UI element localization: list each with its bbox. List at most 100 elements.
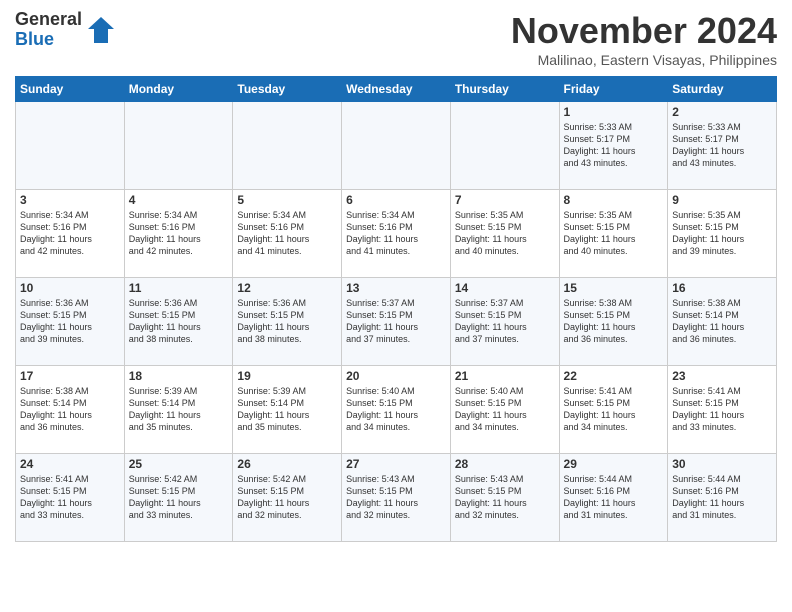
day-info: Sunrise: 5:44 AM Sunset: 5:16 PM Dayligh… (672, 473, 772, 522)
calendar-cell: 12 Sunrise: 5:36 AM Sunset: 5:15 PM Dayli… (233, 278, 342, 366)
calendar-cell (16, 102, 125, 190)
calendar-cell: 4 Sunrise: 5:34 AM Sunset: 5:16 PM Daylig… (124, 190, 233, 278)
day-number: 14 (455, 281, 555, 295)
day-info: Sunrise: 5:41 AM Sunset: 5:15 PM Dayligh… (672, 385, 772, 434)
calendar-week-row: 3 Sunrise: 5:34 AM Sunset: 5:16 PM Daylig… (16, 190, 777, 278)
day-info: Sunrise: 5:33 AM Sunset: 5:17 PM Dayligh… (672, 121, 772, 170)
day-info: Sunrise: 5:35 AM Sunset: 5:15 PM Dayligh… (672, 209, 772, 258)
day-number: 2 (672, 105, 772, 119)
calendar-cell: 15Sunrise: 5:38 AM Sunset: 5:15 PM Dayli… (559, 278, 668, 366)
weekday-header: Tuesday (233, 77, 342, 102)
weekday-header: Monday (124, 77, 233, 102)
day-number: 20 (346, 369, 446, 383)
calendar-cell: 18 Sunrise: 5:39 AM Sunset: 5:14 PM Dayli… (124, 366, 233, 454)
day-info: Sunrise: 5:36 AM Sunset: 5:15 PM Dayligh… (237, 297, 337, 346)
day-number: 25 (129, 457, 229, 471)
calendar-cell: 9 Sunrise: 5:35 AM Sunset: 5:15 PM Daylig… (668, 190, 777, 278)
weekday-header: Sunday (16, 77, 125, 102)
day-info: Sunrise: 5:43 AM Sunset: 5:15 PM Dayligh… (346, 473, 446, 522)
day-info: Sunrise: 5:39 AM Sunset: 5:14 PM Dayligh… (237, 385, 337, 434)
calendar-cell (233, 102, 342, 190)
day-number: 7 (455, 193, 555, 207)
day-number: 5 (237, 193, 337, 207)
calendar-cell: 3Sunrise: 5:34 AM Sunset: 5:16 PM Daylig… (16, 190, 125, 278)
day-number: 27 (346, 457, 446, 471)
day-info: Sunrise: 5:33 AM Sunset: 5:17 PM Dayligh… (564, 121, 664, 170)
logo-general: General (15, 10, 82, 30)
day-number: 12 (237, 281, 337, 295)
calendar-cell: 14 Sunrise: 5:37 AM Sunset: 5:15 PM Dayli… (450, 278, 559, 366)
logo: General Blue (15, 10, 116, 50)
calendar-cell: 22 Sunrise: 5:41 AM Sunset: 5:15 PM Dayli… (559, 366, 668, 454)
calendar-cell: 27 Sunrise: 5:43 AM Sunset: 5:15 PM Dayli… (342, 454, 451, 542)
day-number: 23 (672, 369, 772, 383)
page-header: General Blue November 2024 Malilinao, Ea… (15, 10, 777, 68)
calendar-table: SundayMondayTuesdayWednesdayThursdayFrid… (15, 76, 777, 542)
calendar-cell: 8Sunrise: 5:35 AM Sunset: 5:15 PM Daylig… (559, 190, 668, 278)
day-info: Sunrise: 5:40 AM Sunset: 5:15 PM Dayligh… (455, 385, 555, 434)
day-number: 29 (564, 457, 664, 471)
day-number: 4 (129, 193, 229, 207)
day-number: 18 (129, 369, 229, 383)
calendar-cell: 29 Sunrise: 5:44 AM Sunset: 5:16 PM Dayli… (559, 454, 668, 542)
calendar-cell: 13Sunrise: 5:37 AM Sunset: 5:15 PM Dayli… (342, 278, 451, 366)
calendar-cell: 6 Sunrise: 5:34 AM Sunset: 5:16 PM Daylig… (342, 190, 451, 278)
calendar-week-row: 24Sunrise: 5:41 AM Sunset: 5:15 PM Dayli… (16, 454, 777, 542)
calendar-cell: 20 Sunrise: 5:40 AM Sunset: 5:15 PM Dayli… (342, 366, 451, 454)
day-number: 9 (672, 193, 772, 207)
weekday-header: Saturday (668, 77, 777, 102)
day-number: 22 (564, 369, 664, 383)
day-number: 13 (346, 281, 446, 295)
calendar-cell: 5 Sunrise: 5:34 AM Sunset: 5:16 PM Daylig… (233, 190, 342, 278)
day-info: Sunrise: 5:35 AM Sunset: 5:15 PM Dayligh… (455, 209, 555, 258)
calendar-cell: 19 Sunrise: 5:39 AM Sunset: 5:14 PM Dayli… (233, 366, 342, 454)
calendar-body: 1 Sunrise: 5:33 AM Sunset: 5:17 PM Daylig… (16, 102, 777, 542)
calendar-week-row: 10 Sunrise: 5:36 AM Sunset: 5:15 PM Dayli… (16, 278, 777, 366)
calendar-cell: 28Sunrise: 5:43 AM Sunset: 5:15 PM Dayli… (450, 454, 559, 542)
calendar-cell (342, 102, 451, 190)
calendar-cell: 24Sunrise: 5:41 AM Sunset: 5:15 PM Dayli… (16, 454, 125, 542)
day-info: Sunrise: 5:44 AM Sunset: 5:16 PM Dayligh… (564, 473, 664, 522)
day-info: Sunrise: 5:34 AM Sunset: 5:16 PM Dayligh… (237, 209, 337, 258)
calendar-week-row: 1 Sunrise: 5:33 AM Sunset: 5:17 PM Daylig… (16, 102, 777, 190)
day-info: Sunrise: 5:42 AM Sunset: 5:15 PM Dayligh… (129, 473, 229, 522)
day-info: Sunrise: 5:34 AM Sunset: 5:16 PM Dayligh… (129, 209, 229, 258)
calendar-cell: 21 Sunrise: 5:40 AM Sunset: 5:15 PM Dayli… (450, 366, 559, 454)
day-info: Sunrise: 5:41 AM Sunset: 5:15 PM Dayligh… (564, 385, 664, 434)
day-number: 6 (346, 193, 446, 207)
day-info: Sunrise: 5:39 AM Sunset: 5:14 PM Dayligh… (129, 385, 229, 434)
calendar-cell: 23 Sunrise: 5:41 AM Sunset: 5:15 PM Dayli… (668, 366, 777, 454)
calendar-cell: 17Sunrise: 5:38 AM Sunset: 5:14 PM Dayli… (16, 366, 125, 454)
calendar-week-row: 17Sunrise: 5:38 AM Sunset: 5:14 PM Dayli… (16, 366, 777, 454)
day-number: 11 (129, 281, 229, 295)
day-number: 19 (237, 369, 337, 383)
calendar-cell: 11 Sunrise: 5:36 AM Sunset: 5:15 PM Dayli… (124, 278, 233, 366)
day-info: Sunrise: 5:42 AM Sunset: 5:15 PM Dayligh… (237, 473, 337, 522)
calendar-cell: 26Sunrise: 5:42 AM Sunset: 5:15 PM Dayli… (233, 454, 342, 542)
day-number: 8 (564, 193, 664, 207)
calendar-cell: 30 Sunrise: 5:44 AM Sunset: 5:16 PM Dayli… (668, 454, 777, 542)
title-area: November 2024 Malilinao, Eastern Visayas… (511, 10, 777, 68)
calendar-cell: 10Sunrise: 5:36 AM Sunset: 5:15 PM Dayli… (16, 278, 125, 366)
day-info: Sunrise: 5:34 AM Sunset: 5:16 PM Dayligh… (346, 209, 446, 258)
calendar-cell (450, 102, 559, 190)
day-number: 16 (672, 281, 772, 295)
calendar-cell: 7 Sunrise: 5:35 AM Sunset: 5:15 PM Daylig… (450, 190, 559, 278)
calendar-header: SundayMondayTuesdayWednesdayThursdayFrid… (16, 77, 777, 102)
day-number: 3 (20, 193, 120, 207)
day-number: 21 (455, 369, 555, 383)
day-info: Sunrise: 5:36 AM Sunset: 5:15 PM Dayligh… (129, 297, 229, 346)
logo-icon (86, 15, 116, 45)
weekday-header: Thursday (450, 77, 559, 102)
month-title: November 2024 (511, 10, 777, 52)
calendar-cell: 2 Sunrise: 5:33 AM Sunset: 5:17 PM Daylig… (668, 102, 777, 190)
weekday-header: Friday (559, 77, 668, 102)
day-number: 15 (564, 281, 664, 295)
day-info: Sunrise: 5:37 AM Sunset: 5:15 PM Dayligh… (455, 297, 555, 346)
calendar-cell: 16Sunrise: 5:38 AM Sunset: 5:14 PM Dayli… (668, 278, 777, 366)
logo-blue: Blue (15, 30, 82, 50)
day-number: 1 (564, 105, 664, 119)
day-info: Sunrise: 5:40 AM Sunset: 5:15 PM Dayligh… (346, 385, 446, 434)
day-number: 30 (672, 457, 772, 471)
day-number: 10 (20, 281, 120, 295)
